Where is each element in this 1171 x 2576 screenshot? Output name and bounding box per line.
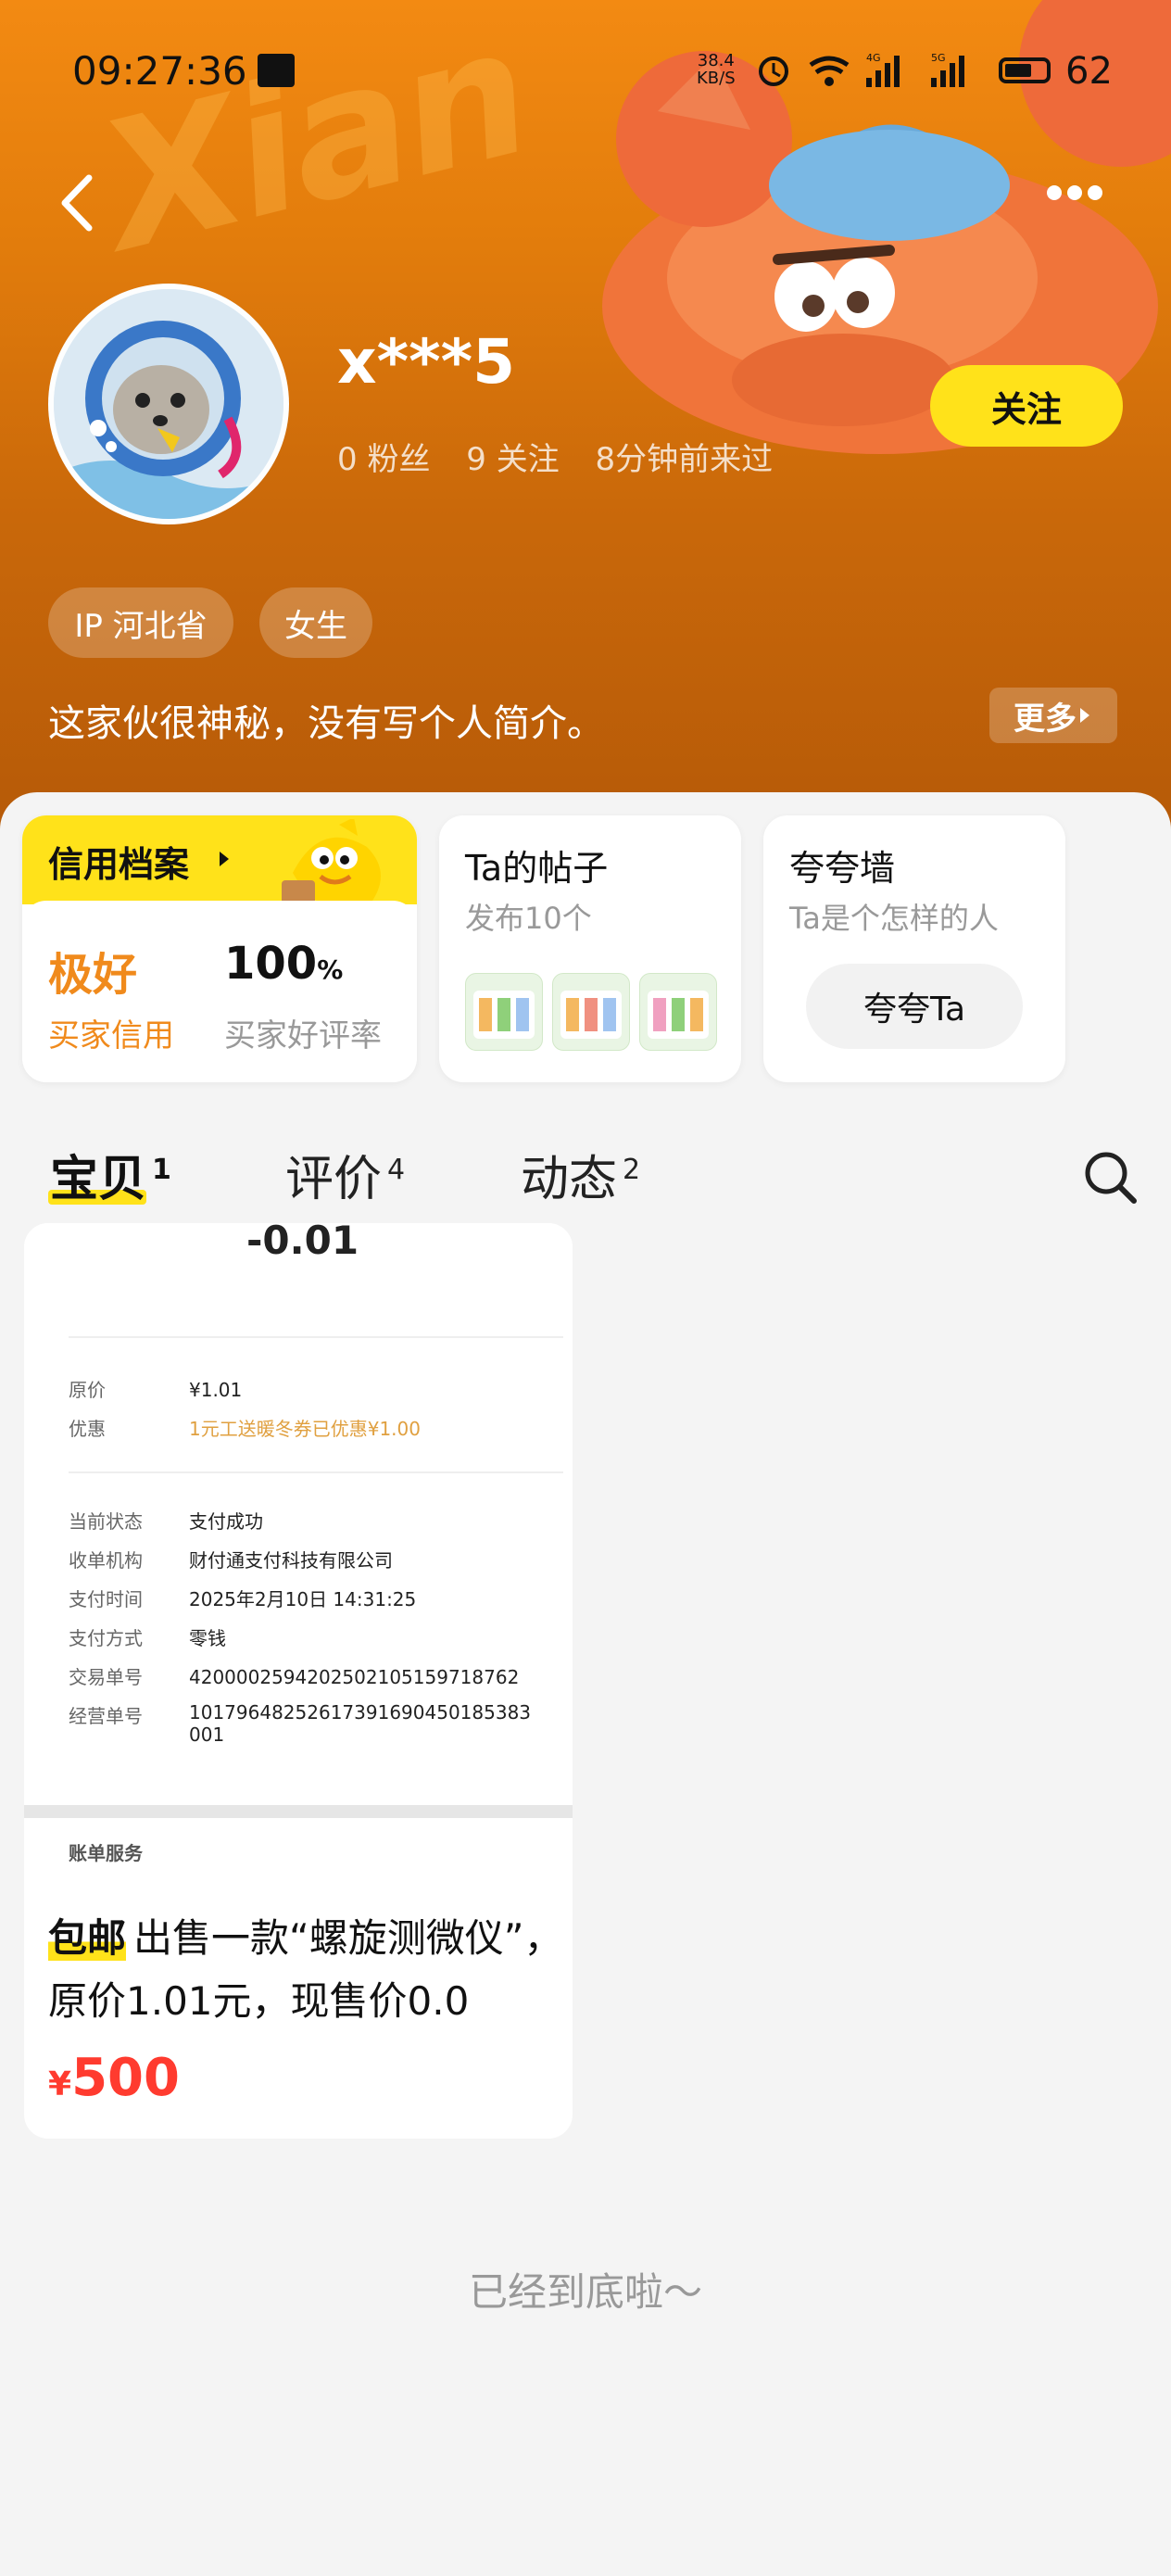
profile-bio: 这家伙很神秘，没有写个人简介。 — [48, 702, 604, 745]
gender-tag: 女生 — [259, 587, 372, 658]
signal-5g-label: 5G — [931, 52, 946, 64]
last-seen: 8分钟前来过 — [595, 441, 774, 478]
search-icon[interactable] — [1080, 1147, 1140, 1206]
following-count[interactable]: 9 关注 — [466, 441, 559, 478]
tab-activity[interactable]: 动态 2 — [521, 1140, 640, 1209]
status-bar: 09:27:36 38.4 KB/S 4G 5G 62 — [0, 0, 1171, 139]
fans-count[interactable]: 0 粉丝 — [337, 441, 430, 478]
alarm-icon — [759, 57, 788, 86]
sim-card-icon — [258, 54, 295, 87]
caret-right-icon — [1080, 708, 1089, 723]
battery-level: 62 — [1065, 50, 1113, 93]
receipt-row: 支付时间 2025年2月10日 14:31:25 — [69, 1588, 417, 1610]
receipt-row: 原价 ¥1.01 — [69, 1379, 243, 1401]
network-speed: 38.4 KB/S — [697, 51, 736, 88]
buyer-credit-label: 买家信用 — [48, 1017, 174, 1054]
good-rate-value: 100% — [224, 938, 344, 990]
profile-stats: 0 粉丝 9 关注 8分钟前来过 — [337, 434, 799, 479]
receipt-amount: -0.01 — [246, 1223, 359, 1263]
receipt-service-label: 账单服务 — [69, 1842, 143, 1864]
username: x***5 — [337, 326, 516, 398]
follow-button[interactable]: 关注 — [930, 365, 1123, 447]
good-rate-label: 买家好评率 — [224, 1017, 382, 1054]
more-options-icon[interactable] — [1047, 185, 1121, 222]
receipt-row: 优惠 1元工送暖冬券已优惠¥1.00 — [69, 1418, 421, 1440]
avatar[interactable] — [48, 284, 289, 524]
post-thumbnail — [552, 973, 630, 1051]
tab-items[interactable]: 宝贝 1 — [50, 1140, 171, 1209]
product-image-receipt: -0.01 原价 ¥1.01 优惠 1元工送暖冬券已优惠¥1.00 当前状态 支付成功… — [24, 1223, 573, 1864]
posts-title: Ta的帖子 — [465, 848, 609, 889]
product-title: 包邮 出售一款“螺旋测微仪”，原价1.01元，现售价0.0 — [48, 1915, 563, 2024]
praise-wall-card[interactable]: 夸夸墙 Ta是个怎样的人 夸夸Ta — [763, 815, 1065, 1082]
more-bio-label: 更多 — [1014, 700, 1077, 738]
post-thumbnail — [465, 973, 543, 1051]
receipt-row: 支付方式 零钱 — [69, 1627, 226, 1649]
status-icons: 4G 5G — [759, 52, 964, 87]
profile-header: Xian 09:27:36 38.4 KB/S 4G 5G 62 x***5 0… — [0, 0, 1171, 834]
credit-profile-card[interactable]: 信用档案 极好 100% 买家信用 买家好评率 — [22, 815, 417, 1082]
post-thumbnail — [639, 973, 717, 1051]
receipt-row: 收单机构 财付通支付科技有限公司 — [69, 1549, 393, 1572]
receipt-row: 当前状态 支付成功 — [69, 1510, 263, 1533]
credit-title: 信用档案 — [48, 844, 190, 885]
buyer-credit-rating: 极好 — [48, 949, 138, 1001]
product-price: ¥500 — [48, 2048, 180, 2108]
wifi-icon — [809, 56, 850, 86]
product-card[interactable]: -0.01 原价 ¥1.01 优惠 1元工送暖冬券已优惠¥1.00 当前状态 支付成功… — [24, 1223, 573, 2139]
praise-wall-title: 夸夸墙 — [789, 848, 896, 889]
caret-right-icon — [220, 852, 229, 866]
avatar-seal-astronaut-image — [54, 289, 283, 519]
praise-wall-subtitle: Ta是个怎样的人 — [789, 901, 999, 936]
posts-count: 发布10个 — [465, 901, 592, 936]
posts-card[interactable]: Ta的帖子 发布10个 — [439, 815, 741, 1082]
clock-time: 09:27:36 — [72, 48, 247, 94]
tab-reviews[interactable]: 评价 4 — [285, 1140, 405, 1209]
receipt-row: 经营单号 10179648252617391690450185383001 — [69, 1701, 532, 1746]
more-bio-button[interactable]: 更多 — [989, 688, 1117, 743]
signal-4g-label: 4G — [866, 52, 881, 64]
back-arrow-icon[interactable] — [54, 169, 100, 237]
battery-icon — [999, 57, 1051, 83]
praise-button[interactable]: 夸夸Ta — [806, 964, 1023, 1049]
receipt-row: 交易单号 4200002594202502105159718762 — [69, 1666, 520, 1688]
end-of-list-text: 已经到底啦～ — [468, 2269, 702, 2315]
ip-location-tag: IP 河北省 — [48, 587, 233, 658]
free-shipping-badge: 包邮 — [48, 1915, 127, 1961]
